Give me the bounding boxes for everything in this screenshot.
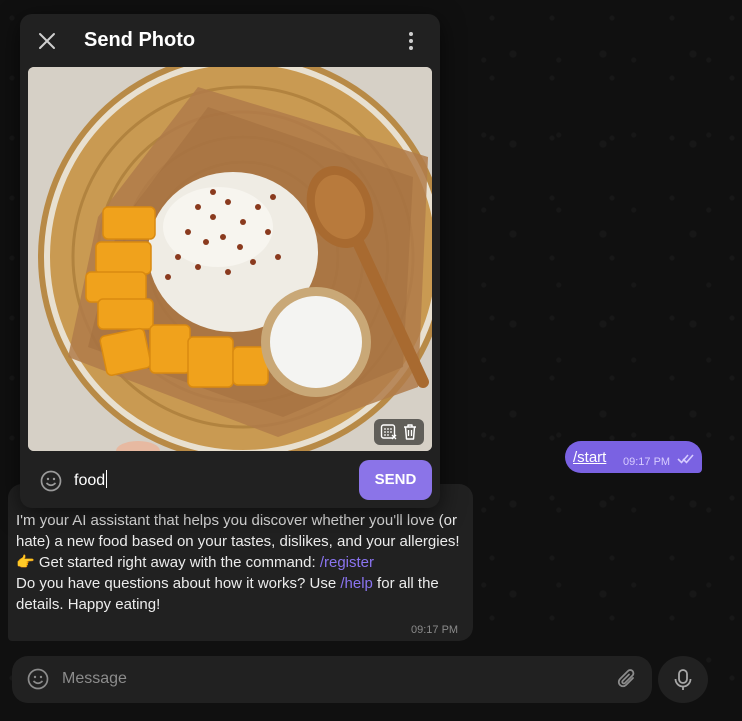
double-check-icon <box>677 454 694 464</box>
send-photo-dialog: Send Photo food SEND <box>20 14 440 508</box>
trash-icon[interactable] <box>402 423 418 441</box>
photo-tools <box>374 419 424 445</box>
register-link[interactable]: /register <box>320 554 374 571</box>
attach-icon[interactable] <box>616 667 638 691</box>
caption-row: food SEND <box>20 459 440 503</box>
dialog-title: Send Photo <box>84 29 196 51</box>
food-photo <box>28 67 432 451</box>
message-time: 09:17 PM <box>623 456 671 468</box>
microphone-icon <box>674 669 692 690</box>
command-link[interactable]: /start <box>573 449 606 466</box>
message-input[interactable]: Message <box>62 670 127 688</box>
emoji-icon[interactable] <box>40 470 62 492</box>
more-vertical-icon[interactable] <box>404 30 418 52</box>
photo-preview <box>28 67 432 451</box>
message-time: 09:17 PM <box>411 624 459 636</box>
send-button[interactable]: SEND <box>359 460 432 500</box>
message-body: I'm your AI assistant that helps you dis… <box>16 510 462 615</box>
caption-value: food <box>74 472 106 489</box>
message-text-intro: I'm your AI assistant that helps you dis… <box>16 512 460 550</box>
voice-record-button[interactable] <box>658 656 708 703</box>
outgoing-message: /start 09:17 PM <box>565 441 702 473</box>
message-text-help: Do you have questions about how it works… <box>16 575 341 592</box>
caption-input[interactable]: food <box>74 470 108 490</box>
text-cursor <box>106 470 108 488</box>
help-link[interactable]: /help <box>340 575 373 592</box>
emoji-icon[interactable] <box>27 668 49 690</box>
spoiler-icon[interactable] <box>380 423 398 441</box>
close-icon[interactable] <box>36 30 58 52</box>
message-text-register: 👉 Get started right away with the comman… <box>16 554 320 571</box>
message-composer: Message <box>12 656 652 703</box>
